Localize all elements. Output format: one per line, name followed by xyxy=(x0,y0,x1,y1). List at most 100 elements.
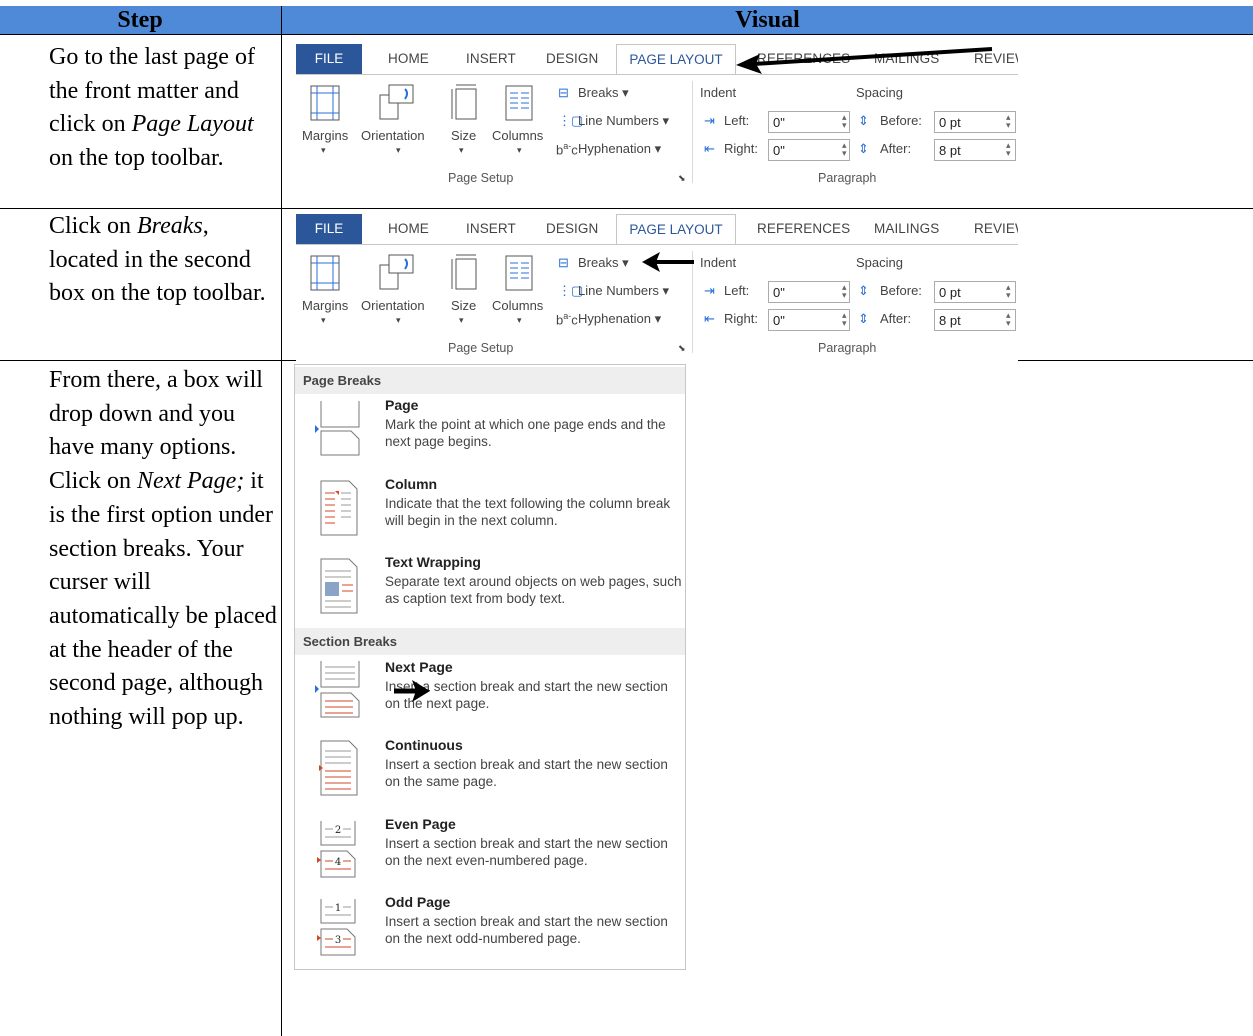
orientation-button[interactable]: Orientation xyxy=(361,128,425,143)
indent-right-label: Right: xyxy=(724,141,758,156)
tab-references[interactable]: REFERENCES xyxy=(757,221,850,236)
size-button[interactable]: Size xyxy=(451,298,476,313)
spacing-after-icon: ⇕ xyxy=(858,311,869,326)
chevron-down-icon: ▾ xyxy=(517,145,522,155)
margins-button[interactable]: Margins xyxy=(302,298,348,313)
columns-button[interactable]: Columns xyxy=(492,298,543,313)
spacing-before-field[interactable]: 0 pt xyxy=(934,281,1016,303)
spinner-icon[interactable]: ▴ ▾ xyxy=(1006,113,1011,130)
orientation-button[interactable]: Orientation xyxy=(361,298,425,313)
spinner-icon[interactable]: ▴ ▾ xyxy=(842,311,847,328)
header-step: Step xyxy=(117,7,163,33)
svg-text:3: 3 xyxy=(335,935,341,946)
indent-right-label: Right: xyxy=(724,311,758,326)
chevron-down-icon: ▾ xyxy=(321,315,326,325)
menu-item-page[interactable]: Page xyxy=(385,397,418,413)
tab-review[interactable]: REVIEW xyxy=(974,221,1018,236)
ribbon-screenshot-2: FILE HOME INSERT DESIGN PAGE LAYOUT REFE… xyxy=(296,214,1018,369)
spinner-icon[interactable]: ▴ ▾ xyxy=(842,141,847,158)
spacing-before-label: Before: xyxy=(880,113,922,128)
page-break-icon xyxy=(315,401,360,456)
tab-file[interactable]: FILE xyxy=(296,214,362,244)
breaks-button[interactable]: Breaks ▾ xyxy=(578,85,629,101)
margins-icon xyxy=(310,85,340,121)
menu-item-text-wrapping[interactable]: Text Wrapping xyxy=(385,554,481,570)
spinner-icon[interactable]: ▴ ▾ xyxy=(1006,311,1011,328)
line-numbers-button[interactable]: Line Numbers ▾ xyxy=(578,113,669,129)
menu-item-even-page[interactable]: Even Page xyxy=(385,816,456,832)
spacing-before-icon: ⇕ xyxy=(858,283,869,298)
spacing-after-field[interactable]: 8 pt xyxy=(934,309,1016,331)
spacing-before-label: Before: xyxy=(880,283,922,298)
column-break-icon xyxy=(320,480,358,536)
dialog-launcher-icon[interactable]: ⬊ xyxy=(678,343,686,354)
step-1-text: Go to the last page of the front matter … xyxy=(49,44,255,172)
tab-insert[interactable]: INSERT xyxy=(466,221,516,236)
chevron-down-icon: ▾ xyxy=(517,315,522,325)
size-button[interactable]: Size xyxy=(451,128,476,143)
hyphenation-button[interactable]: Hyphenation ▾ xyxy=(578,141,661,157)
indent-label: Indent xyxy=(700,85,737,100)
menu-item-text-wrapping-desc: Separate text around objects on web page… xyxy=(385,574,682,606)
spacing-before-field[interactable]: 0 pt xyxy=(934,111,1016,133)
menu-item-continuous-desc: Insert a section break and start the new… xyxy=(385,757,668,789)
columns-button[interactable]: Columns xyxy=(492,128,543,143)
breaks-icon: ⊟ xyxy=(558,255,569,270)
spinner-icon[interactable]: ▴ ▾ xyxy=(842,113,847,130)
indent-left-field[interactable]: 0" xyxy=(768,281,850,303)
pointer-arrow-icon xyxy=(394,680,430,702)
page-setup-group-label: Page Setup xyxy=(448,341,514,355)
columns-icon xyxy=(505,85,533,121)
odd-page-break-icon: 13 xyxy=(317,899,356,956)
breaks-dropdown-menu: Page Breaks Page Mark the point at which… xyxy=(294,364,686,970)
menu-item-odd-page[interactable]: Odd Page xyxy=(385,894,450,910)
dialog-launcher-icon[interactable]: ⬊ xyxy=(678,173,686,184)
margins-icon xyxy=(310,255,340,291)
menu-item-continuous[interactable]: Continuous xyxy=(385,737,463,753)
tab-design[interactable]: DESIGN xyxy=(546,51,598,66)
tab-home[interactable]: HOME xyxy=(388,221,429,236)
pointer-arrow-icon xyxy=(642,252,694,272)
chevron-down-icon: ▾ xyxy=(459,145,464,155)
menu-item-next-page[interactable]: Next Page xyxy=(385,659,453,675)
indent-right-icon: ⇤ xyxy=(704,141,715,156)
breaks-icon: ⊟ xyxy=(558,85,569,100)
spacing-after-label: After: xyxy=(880,141,912,156)
chevron-down-icon: ▾ xyxy=(396,315,401,325)
svg-text:4: 4 xyxy=(335,857,341,868)
tab-page-layout[interactable]: PAGE LAYOUT xyxy=(616,214,736,244)
menu-item-odd-page-desc: Insert a section break and start the new… xyxy=(385,914,668,946)
indent-right-field[interactable]: 0" xyxy=(768,309,850,331)
hyphenation-button[interactable]: Hyphenation ▾ xyxy=(578,311,661,327)
spacing-before-icon: ⇕ xyxy=(858,113,869,128)
menu-item-column[interactable]: Column xyxy=(385,476,437,492)
indent-left-field[interactable]: 0" xyxy=(768,111,850,133)
ribbon-body: Margins ▾ Orientation ▾ Size ▾ Columns ▾… xyxy=(296,74,1018,199)
paragraph-group-label: Paragraph xyxy=(818,341,877,355)
tab-page-layout[interactable]: PAGE LAYOUT xyxy=(616,44,736,74)
menu-item-column-desc: Indicate that the text following the col… xyxy=(385,496,671,528)
indent-label: Indent xyxy=(700,255,737,270)
margins-button[interactable]: Margins xyxy=(302,128,348,143)
spacing-after-icon: ⇕ xyxy=(858,141,869,156)
tab-file[interactable]: FILE xyxy=(296,44,362,74)
tab-mailings[interactable]: MAILINGS xyxy=(874,221,939,236)
spacing-after-field[interactable]: 8 pt xyxy=(934,139,1016,161)
menu-item-even-page-desc: Insert a section break and start the new… xyxy=(385,836,668,868)
tab-design[interactable]: DESIGN xyxy=(546,221,598,236)
chevron-down-icon: ▾ xyxy=(396,145,401,155)
tab-insert[interactable]: INSERT xyxy=(466,51,516,66)
indent-right-field[interactable]: 0" xyxy=(768,139,850,161)
tab-home[interactable]: HOME xyxy=(388,51,429,66)
continuous-break-icon xyxy=(319,740,358,796)
indent-left-label: Left: xyxy=(724,283,750,298)
spinner-icon[interactable]: ▴ ▾ xyxy=(1006,283,1011,300)
svg-text:1: 1 xyxy=(335,903,341,914)
line-numbers-button[interactable]: Line Numbers ▾ xyxy=(578,283,669,299)
chevron-down-icon: ▾ xyxy=(321,145,326,155)
next-page-break-icon xyxy=(315,661,360,718)
breaks-button[interactable]: Breaks ▾ xyxy=(578,255,629,271)
spinner-icon[interactable]: ▴ ▾ xyxy=(1006,141,1011,158)
spinner-icon[interactable]: ▴ ▾ xyxy=(842,283,847,300)
pointer-arrow-icon xyxy=(736,47,993,74)
